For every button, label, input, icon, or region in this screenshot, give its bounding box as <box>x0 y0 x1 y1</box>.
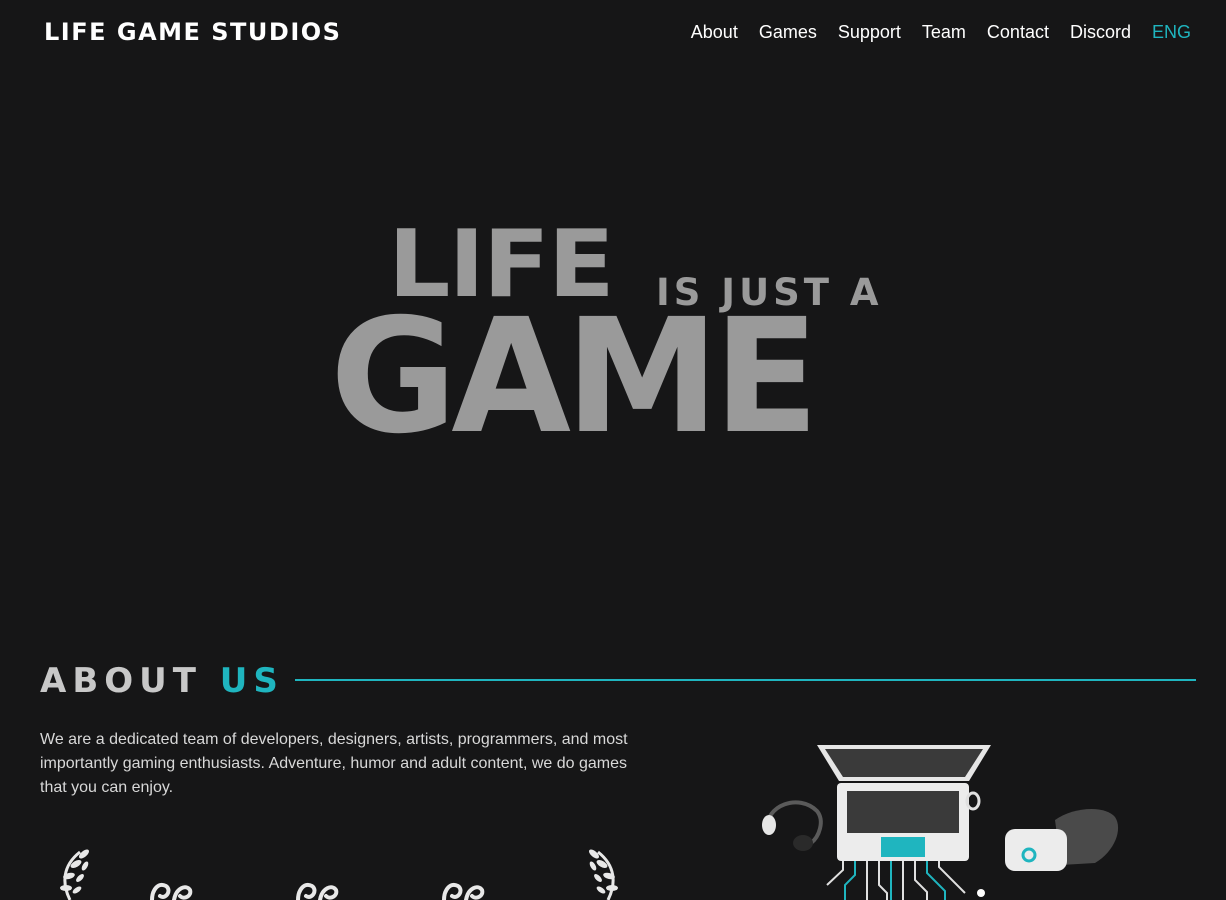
nav-contact[interactable]: Contact <box>987 22 1049 43</box>
about-heading-word1: ABOUT <box>40 661 202 701</box>
about-heading: ABOUT US <box>40 664 284 698</box>
about-description: We are a dedicated team of developers, d… <box>40 731 628 796</box>
language-selector[interactable]: ENG <box>1152 22 1191 43</box>
nav-games[interactable]: Games <box>759 22 817 43</box>
awards-laurels <box>60 849 618 900</box>
site-logo[interactable]: LIFE GAME STUDIOS <box>44 18 341 46</box>
about-heading-word2: US <box>219 661 284 701</box>
section-divider <box>295 679 1196 681</box>
nav-about[interactable]: About <box>691 22 738 43</box>
laurel-left-icon <box>60 849 89 900</box>
mouse-icon <box>977 889 985 897</box>
hero-word-game: GAME <box>330 285 819 469</box>
laptop-icon <box>817 745 991 861</box>
hero-logo: LIFE IS JUST A GAME <box>330 218 900 458</box>
nav-discord[interactable]: Discord <box>1070 22 1131 43</box>
nav-support[interactable]: Support <box>838 22 901 43</box>
award-script-marks <box>150 883 485 900</box>
main-nav: About Games Support Team Contact Discord… <box>691 22 1191 43</box>
nav-team[interactable]: Team <box>922 22 966 43</box>
vr-headset-icon <box>1005 809 1119 871</box>
gaming-setup-illustration <box>762 745 1119 900</box>
laurel-right-icon <box>589 849 618 900</box>
headset-icon <box>762 800 823 851</box>
